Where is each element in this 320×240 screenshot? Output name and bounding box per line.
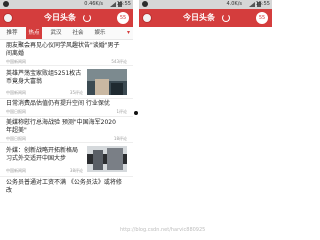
tab-entertainment[interactable]: 娱乐 [92,27,108,39]
list-item[interactable]: 美媒称慰行总海战验 预测"中国海军2020 年超美" 中国日报网 18评论 [0,117,133,143]
news-title: 美媒称慰行总海战验 预测"中国海军2020 [6,119,116,126]
news-source: 中国日报网 [6,109,26,114]
divider-dot [134,111,138,115]
clock: 15:55 [255,1,270,7]
news-source: 中国新闻网 [6,90,26,95]
message-badge[interactable]: 55 [256,12,268,24]
app-header: 今日头条 55 [0,9,133,27]
news-title: 公务员普通对工资不满 《公务员法》或将修 [6,179,122,186]
user-avatar-icon[interactable] [142,13,152,23]
list-item[interactable]: 外媒：创新战略开拓新格局 习式外交适开中国大步 中国新闻网 38评论 [0,143,133,177]
comment-count: 1评论 [116,109,127,114]
clock: 15:55 [116,1,131,7]
status-bar: 0.46K/s 15:55 [0,0,133,9]
news-source: 中国日报网 [6,136,26,141]
app-header: 今日头条 55 [139,9,272,27]
signal-icon [249,2,255,7]
news-title-line2: 改 [6,187,13,194]
news-title: 朋友聚会再见心仪同学风趣状告"谈婚"男子 [6,42,120,49]
news-title: 日常消费品估值仍有提升空间 行业保优 [6,100,110,107]
news-source: 中国新闻网 [6,168,26,173]
comment-count: 35评论 [69,90,83,95]
news-thumbnail [87,69,127,95]
news-thumbnail [87,146,127,172]
notification-icon [3,1,9,7]
tab-society[interactable]: 社会 [70,27,86,39]
left-phone-screen: 0.46K/s 15:55 今日头条 55 推荐 热点 武汉 社会 娱乐 ▾ 朋… [0,0,133,237]
network-speed: 0.46K/s [84,1,103,7]
notification-icon [142,1,148,7]
news-title-line2: 间离婚 [6,50,25,57]
signal-icon [110,2,116,7]
watermark: http://blog.csdn.net/harvic880925 [120,227,206,233]
news-title-line2: 币竟身大富翁 [6,78,43,85]
news-title-line2: 年超美" [6,127,27,134]
message-badge[interactable]: 55 [117,12,129,24]
list-item[interactable]: 公务员普通对工资不满 《公务员法》或将修 改 [0,177,133,197]
comment-count: 18评论 [113,136,127,141]
news-title-line2: 习式外交适开中国大步 [6,155,67,162]
tab-recommend[interactable]: 推荐 [4,27,20,39]
tab-hot[interactable]: 热点 [26,27,42,39]
list-item[interactable]: 日常消费品估值仍有提升空间 行业保优 中国日报网 1评论 [0,99,133,117]
news-title: 外媒：创新战略开拓新格局 [6,147,79,154]
list-item[interactable]: 朋友聚会再见心仪同学风趣状告"谈婚"男子 间离婚 中国新闻网 543评论 [0,40,133,66]
news-title: 英雄芦荡宝家败组5251枚古 [6,70,82,77]
list-item[interactable]: 英雄芦荡宝家败组5251枚古 币竟身大富翁 中国新闻网 35评论 [0,66,133,99]
app-title: 今日头条 [183,13,215,22]
app-title: 今日头条 [44,13,76,22]
refresh-icon[interactable] [83,14,91,22]
refresh-icon[interactable] [222,14,230,22]
network-speed: 4.0K/s [226,1,242,7]
right-phone-screen: 4.0K/s 15:55 今日头条 55 [139,0,272,237]
news-source: 中国新闻网 [6,59,26,64]
category-tabs: 推荐 热点 武汉 社会 娱乐 ▾ [0,27,133,40]
comment-count: 38评论 [69,168,83,173]
status-bar: 4.0K/s 15:55 [139,0,272,9]
comment-count: 543评论 [111,59,127,64]
expand-tabs-icon[interactable]: ▾ [127,30,130,36]
user-avatar-icon[interactable] [3,13,13,23]
tab-wuhan[interactable]: 武汉 [48,27,64,39]
